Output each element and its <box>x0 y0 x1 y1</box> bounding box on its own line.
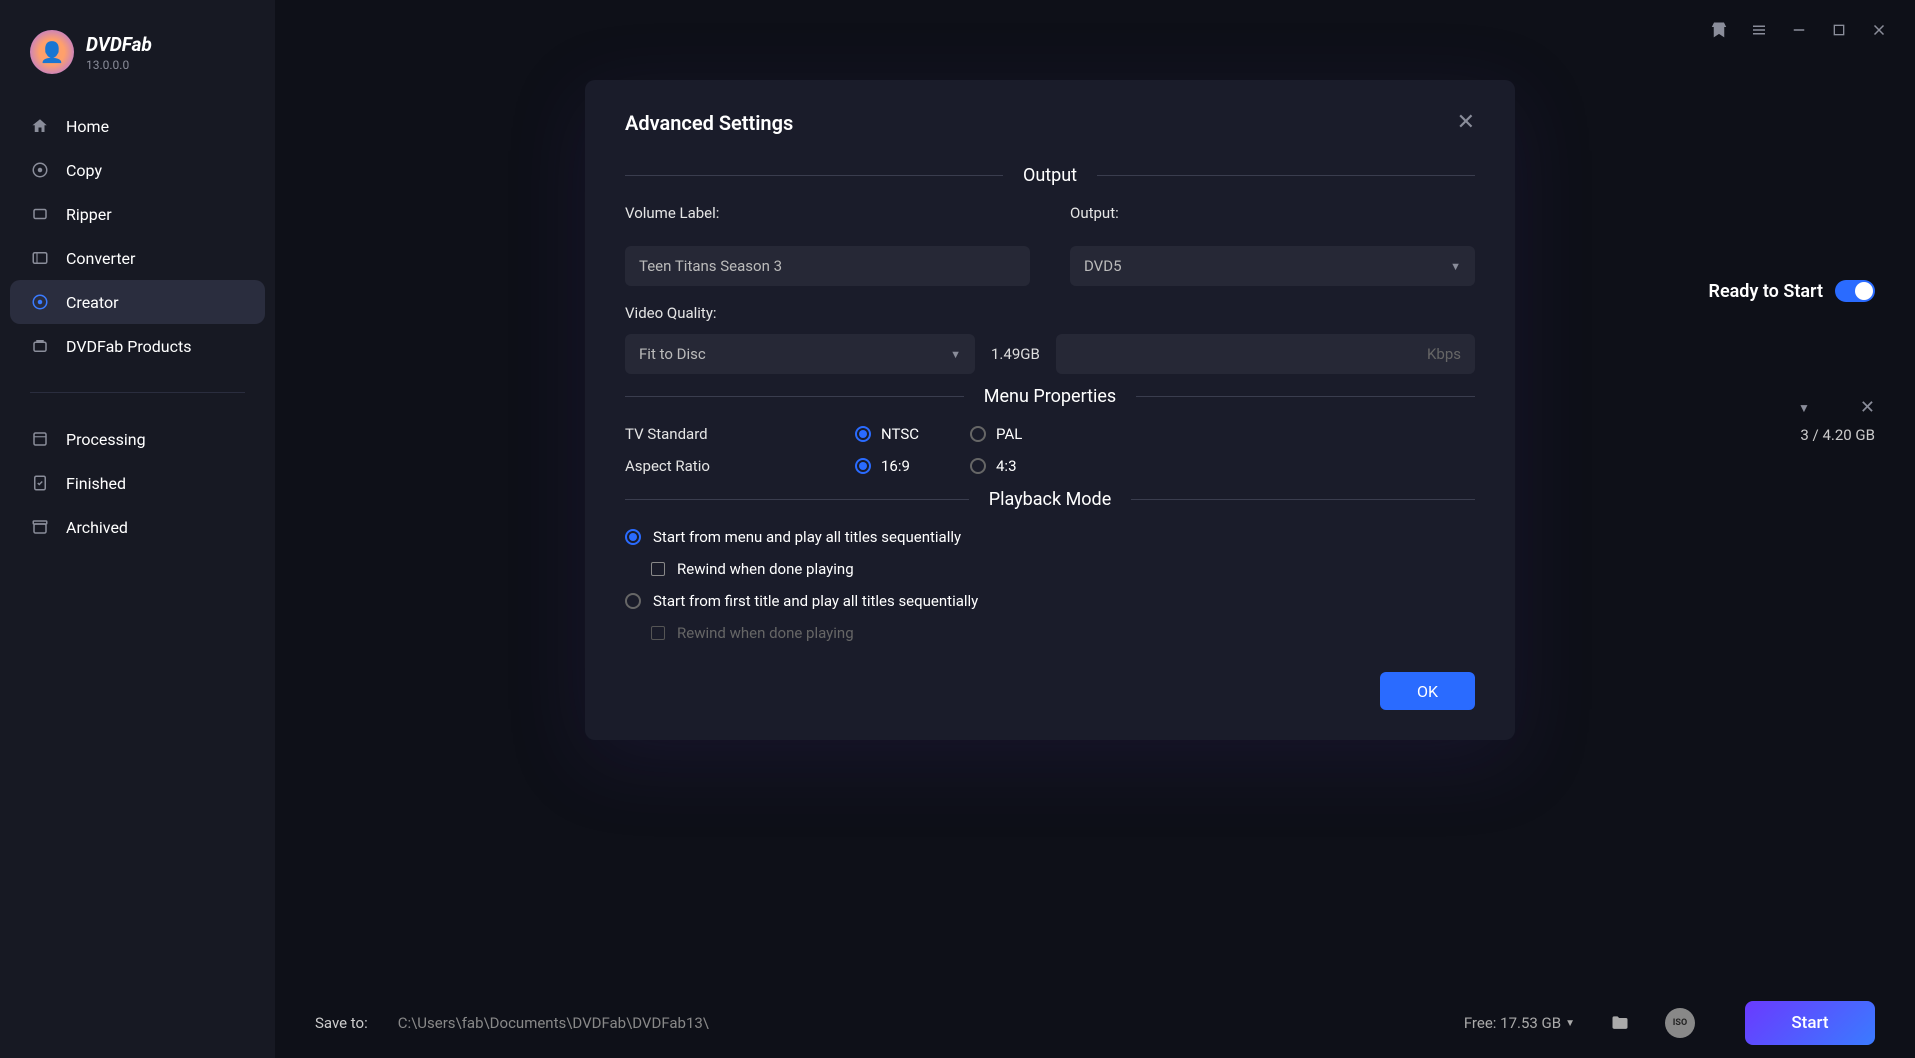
radio-16-9[interactable]: 16:9 <box>855 457 970 475</box>
playback-opt1[interactable]: Start from menu and play all titles sequ… <box>625 528 1475 546</box>
minimize-icon[interactable] <box>1783 14 1815 46</box>
kbps-input[interactable]: Kbps <box>1056 334 1475 374</box>
ok-button[interactable]: OK <box>1380 672 1475 710</box>
start-button[interactable]: Start <box>1745 1001 1875 1045</box>
copy-icon <box>30 160 50 180</box>
save-path: C:\Users\fab\Documents\DVDFab\DVDFab13\ <box>398 1014 1434 1032</box>
playback-opt1-rewind[interactable]: Rewind when done playing <box>651 560 1475 578</box>
home-icon <box>30 116 50 136</box>
volume-input[interactable]: Teen Titans Season 3 <box>625 246 1030 286</box>
sidebar-item-label: Converter <box>66 249 135 268</box>
modal-close-icon[interactable]: ✕ <box>1457 110 1475 135</box>
modal-title: Advanced Settings <box>625 111 793 135</box>
output-label: Output: <box>1070 204 1475 222</box>
quality-size: 1.49GB <box>991 345 1040 363</box>
sidebar-item-label: DVDFab Products <box>66 337 191 356</box>
sidebar-item-label: Finished <box>66 474 126 493</box>
playback-opt2[interactable]: Start from first title and play all titl… <box>625 592 1475 610</box>
sidebar-item-converter[interactable]: Converter <box>10 236 265 280</box>
sidebar-item-label: Archived <box>66 518 128 537</box>
radio-4-3[interactable]: 4:3 <box>970 457 1085 475</box>
checkbox-icon <box>651 626 665 640</box>
ready-label: Ready to Start <box>1709 281 1823 302</box>
aspect-ratio-label: Aspect Ratio <box>625 457 855 475</box>
main-area: Ready to Start ▼ ✕ 3 / 4.20 GB Advanced … <box>275 0 1915 1058</box>
size-text: 3 / 4.20 GB <box>1800 426 1875 444</box>
sidebar-item-label: Ripper <box>66 205 112 224</box>
sidebar-item-creator[interactable]: Creator <box>10 280 265 324</box>
right-panel: Ready to Start ▼ ✕ 3 / 4.20 GB <box>1675 280 1875 444</box>
free-space[interactable]: Free: 17.53 GB ▼ <box>1464 1014 1575 1032</box>
section-playback: Playback Mode <box>989 489 1112 510</box>
sidebar-item-ripper[interactable]: Ripper <box>10 192 265 236</box>
nav-divider <box>30 392 245 393</box>
creator-icon <box>30 292 50 312</box>
radio-icon <box>970 458 986 474</box>
app-title: DVDFab <box>86 33 152 56</box>
radio-ntsc[interactable]: NTSC <box>855 425 970 443</box>
quality-label: Video Quality: <box>625 304 1475 322</box>
section-menu-props: Menu Properties <box>984 386 1116 407</box>
tv-standard-label: TV Standard <box>625 425 855 443</box>
bottom-bar: Save to: C:\Users\fab\Documents\DVDFab\D… <box>275 988 1915 1058</box>
processing-icon <box>30 429 50 449</box>
folder-icon[interactable] <box>1605 1008 1635 1038</box>
titlebar <box>1683 0 1915 60</box>
save-to-label: Save to: <box>315 1014 368 1032</box>
playback-opt2-rewind: Rewind when done playing <box>651 624 1475 642</box>
checkbox-icon <box>651 562 665 576</box>
chevron-down-icon: ▼ <box>1565 1018 1575 1029</box>
app-version: 13.0.0.0 <box>86 58 152 72</box>
quality-select[interactable]: Fit to Disc ▼ <box>625 334 975 374</box>
radio-icon <box>625 529 641 545</box>
maximize-icon[interactable] <box>1823 14 1855 46</box>
radio-icon <box>970 426 986 442</box>
radio-pal[interactable]: PAL <box>970 425 1085 443</box>
sidebar-item-label: Processing <box>66 430 146 449</box>
logo-section: 👤 DVDFab 13.0.0.0 <box>0 20 275 94</box>
archived-icon <box>30 517 50 537</box>
close-icon[interactable] <box>1863 14 1895 46</box>
sidebar-item-processing[interactable]: Processing <box>10 417 265 461</box>
sidebar-item-products[interactable]: DVDFab Products <box>10 324 265 368</box>
finished-icon <box>30 473 50 493</box>
theme-icon[interactable] <box>1703 14 1735 46</box>
output-select[interactable]: DVD5 ▼ <box>1070 246 1475 286</box>
advanced-settings-modal: Advanced Settings ✕ Output Volume Label:… <box>585 80 1515 740</box>
panel-close-icon[interactable]: ✕ <box>1860 397 1875 418</box>
chevron-down-icon[interactable]: ▼ <box>1798 401 1810 415</box>
sidebar-item-label: Home <box>66 117 109 136</box>
ready-toggle[interactable] <box>1835 280 1875 302</box>
radio-icon <box>855 426 871 442</box>
menu-icon[interactable] <box>1743 14 1775 46</box>
radio-icon <box>625 593 641 609</box>
app-logo: 👤 <box>30 30 74 74</box>
sidebar-item-home[interactable]: Home <box>10 104 265 148</box>
ripper-icon <box>30 204 50 224</box>
products-icon <box>30 336 50 356</box>
converter-icon <box>30 248 50 268</box>
sidebar-item-finished[interactable]: Finished <box>10 461 265 505</box>
radio-icon <box>855 458 871 474</box>
iso-icon[interactable]: ISO <box>1665 1008 1695 1038</box>
chevron-down-icon: ▼ <box>1450 260 1461 273</box>
volume-label: Volume Label: <box>625 204 1030 222</box>
sidebar-item-label: Copy <box>66 161 102 180</box>
sidebar: 👤 DVDFab 13.0.0.0 Home Copy Ripper Conve… <box>0 0 275 1058</box>
chevron-down-icon: ▼ <box>950 348 961 361</box>
sidebar-item-archived[interactable]: Archived <box>10 505 265 549</box>
sidebar-item-label: Creator <box>66 293 119 312</box>
sidebar-item-copy[interactable]: Copy <box>10 148 265 192</box>
section-output: Output <box>1023 165 1077 186</box>
